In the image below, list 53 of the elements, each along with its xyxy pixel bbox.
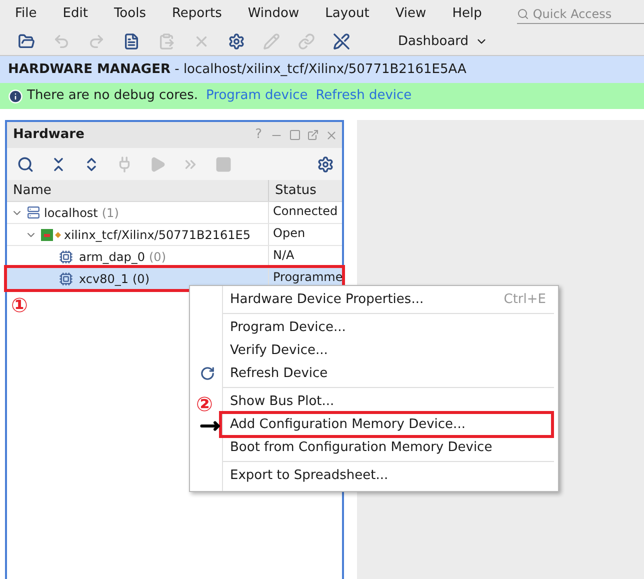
close-icon[interactable] xyxy=(325,128,338,142)
settings-icon[interactable] xyxy=(317,156,334,172)
search-icon xyxy=(516,8,529,20)
device-name: localhost xyxy=(44,204,98,222)
panel-title: Hardware xyxy=(13,126,86,144)
device-status: N/A xyxy=(272,247,294,264)
device-count: (0) xyxy=(149,248,166,266)
maximize-icon[interactable] xyxy=(289,129,301,141)
layout-dropdown[interactable]: Dashboard xyxy=(398,32,488,52)
quick-access-field[interactable]: Quick Access xyxy=(516,4,644,24)
menu-item[interactable]: Help xyxy=(445,4,489,24)
column-header[interactable]: Status xyxy=(269,180,316,201)
chip-icon xyxy=(59,272,73,286)
menu-entry[interactable]: Hardware Device Properties... Ctrl+E xyxy=(223,288,554,311)
tree-row[interactable]: localhost (1) Connected xyxy=(7,202,342,224)
device-count: (0) xyxy=(132,270,150,288)
menu-item[interactable]: Reports xyxy=(164,4,229,24)
chip-icon xyxy=(59,250,73,264)
menu-entry[interactable]: Boot from Configuration Memory Device xyxy=(223,436,554,459)
device-status: Open xyxy=(272,225,306,242)
refresh-icon xyxy=(200,366,215,381)
device-status: Programme xyxy=(272,269,343,286)
menu-item[interactable]: Tools xyxy=(106,4,153,24)
menu-entry[interactable]: Export to Spreadsheet... xyxy=(223,464,554,487)
device-status: Connected xyxy=(272,203,338,220)
step-number: ② xyxy=(196,394,213,414)
menu-item[interactable]: Edit xyxy=(56,4,95,24)
menu-entry[interactable]: Add Configuration Memory Device... xyxy=(223,413,554,436)
info-message: There are no debug cores. xyxy=(27,87,198,106)
device-name: xcv80_1 xyxy=(79,270,128,288)
info-link[interactable]: Program device xyxy=(206,86,308,106)
shortcut-label: Ctrl+E xyxy=(504,290,546,309)
device-name: xilinx_tcf/Xilinx/50771B2161E5 xyxy=(64,226,251,244)
float-icon[interactable] xyxy=(307,129,319,141)
info-link[interactable]: Refresh device xyxy=(316,86,412,106)
device-name: arm_dap_0 xyxy=(79,248,145,266)
menu-item[interactable]: Window xyxy=(240,4,306,24)
tree-row[interactable]: xcv80_1 (0) Programme xyxy=(7,268,342,290)
tree-row[interactable]: xilinx_tcf/Xilinx/50771B2161E5 Open xyxy=(7,224,342,246)
window-title: HARDWARE MANAGER - localhost/xilinx_tcf/Xilinx/50771B2161E5AA xyxy=(8,60,466,79)
menu-item[interactable]: File xyxy=(8,4,44,24)
server-icon xyxy=(27,206,40,219)
column-header[interactable]: Name xyxy=(7,180,269,201)
board-icon xyxy=(41,228,62,240)
device-count: (1) xyxy=(102,204,119,222)
menu-entry[interactable]: Show Bus Plot... xyxy=(223,390,554,413)
menu-entry[interactable]: Program Device... xyxy=(223,316,554,339)
menu-entry[interactable]: Verify Device... xyxy=(223,339,554,362)
step-number: ① xyxy=(11,295,28,315)
info-icon xyxy=(8,88,23,104)
menu-entry[interactable]: Refresh Device xyxy=(223,362,554,385)
menu-item[interactable]: View xyxy=(388,4,434,24)
menu-item[interactable]: Layout xyxy=(318,4,376,24)
